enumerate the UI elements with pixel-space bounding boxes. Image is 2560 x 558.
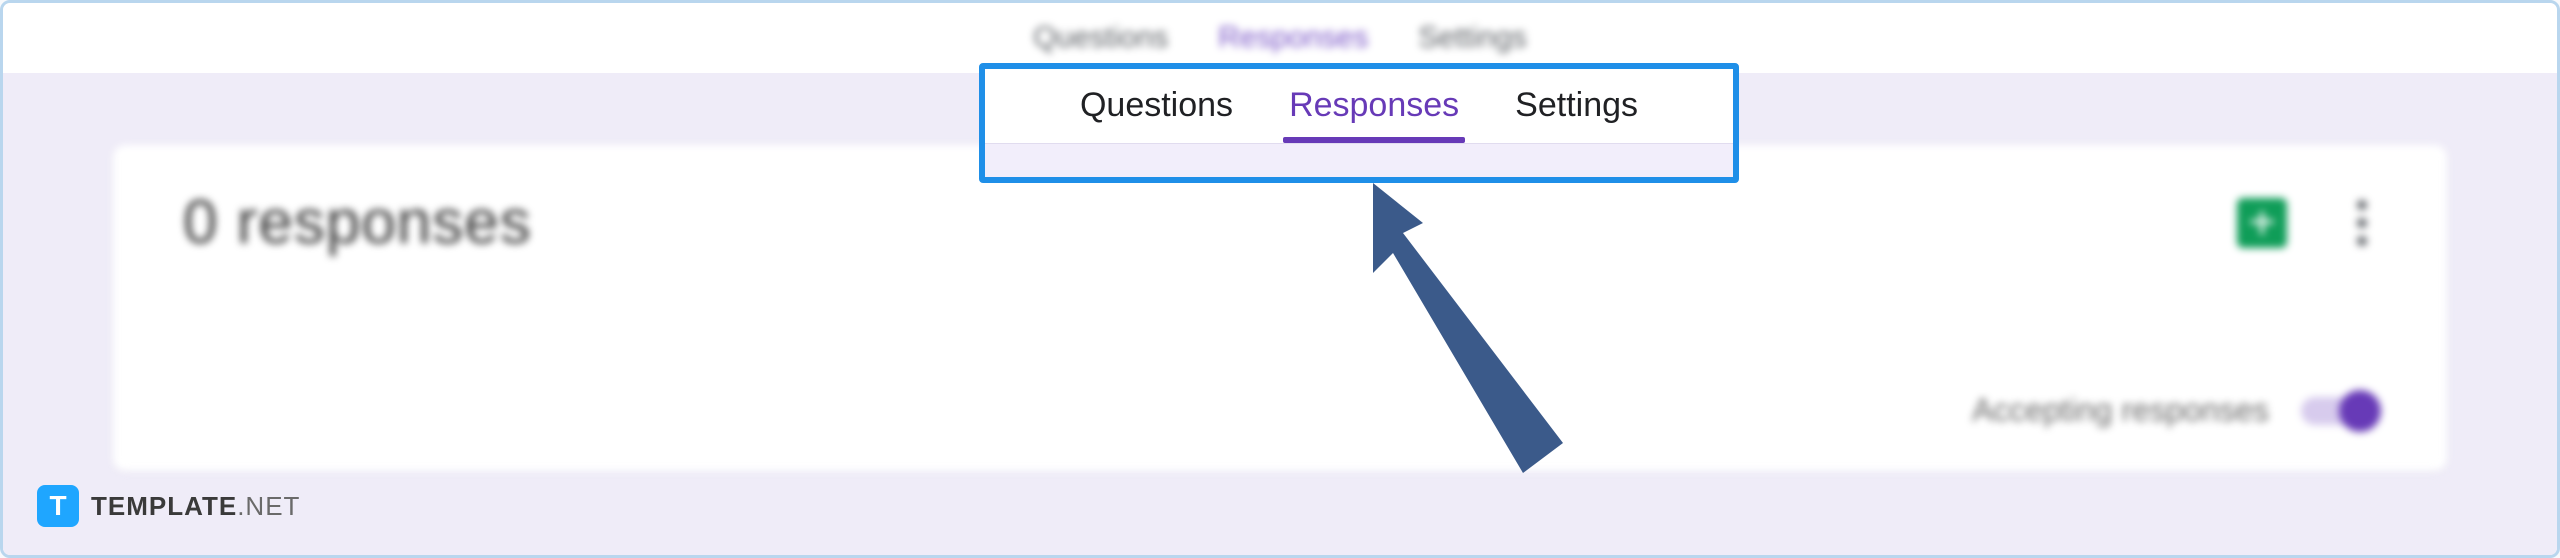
watermark-text: TEMPLATE.NET — [91, 491, 300, 522]
tab-responses[interactable]: Responses — [1289, 86, 1459, 125]
watermark: T TEMPLATE.NET — [37, 485, 300, 527]
watermark-logo-icon: T — [37, 485, 79, 527]
tab-questions-blurred[interactable]: Questions — [1033, 21, 1168, 55]
tab-settings-blurred[interactable]: Settings — [1418, 21, 1526, 55]
watermark-brand: TEMPLATE — [91, 491, 237, 521]
responses-card-footer: Accepting responses — [183, 392, 2377, 429]
tab-questions[interactable]: Questions — [1080, 86, 1233, 125]
accepting-responses-toggle[interactable] — [2301, 397, 2377, 425]
screenshot-frame: Questions Responses Settings 0 responses — [0, 0, 2560, 558]
sheets-glyph-icon — [2247, 208, 2277, 238]
callout-tabs-row: Questions Responses Settings — [985, 69, 1733, 143]
callout-highlight-box: Questions Responses Settings — [979, 63, 1739, 183]
responses-card-actions — [2237, 198, 2377, 248]
accepting-responses-label: Accepting responses — [1972, 392, 2269, 429]
responses-count-title: 0 responses — [183, 187, 532, 258]
toggle-knob — [2339, 390, 2381, 432]
callout-strip — [985, 143, 1733, 177]
create-spreadsheet-icon[interactable] — [2237, 198, 2287, 248]
watermark-suffix: .NET — [237, 491, 300, 521]
more-options-icon[interactable] — [2347, 198, 2377, 248]
responses-card: 0 responses Accepting responses — [113, 145, 2447, 471]
tab-settings[interactable]: Settings — [1515, 86, 1638, 125]
responses-card-header: 0 responses — [183, 187, 2377, 258]
tab-responses-blurred[interactable]: Responses — [1218, 21, 1368, 55]
